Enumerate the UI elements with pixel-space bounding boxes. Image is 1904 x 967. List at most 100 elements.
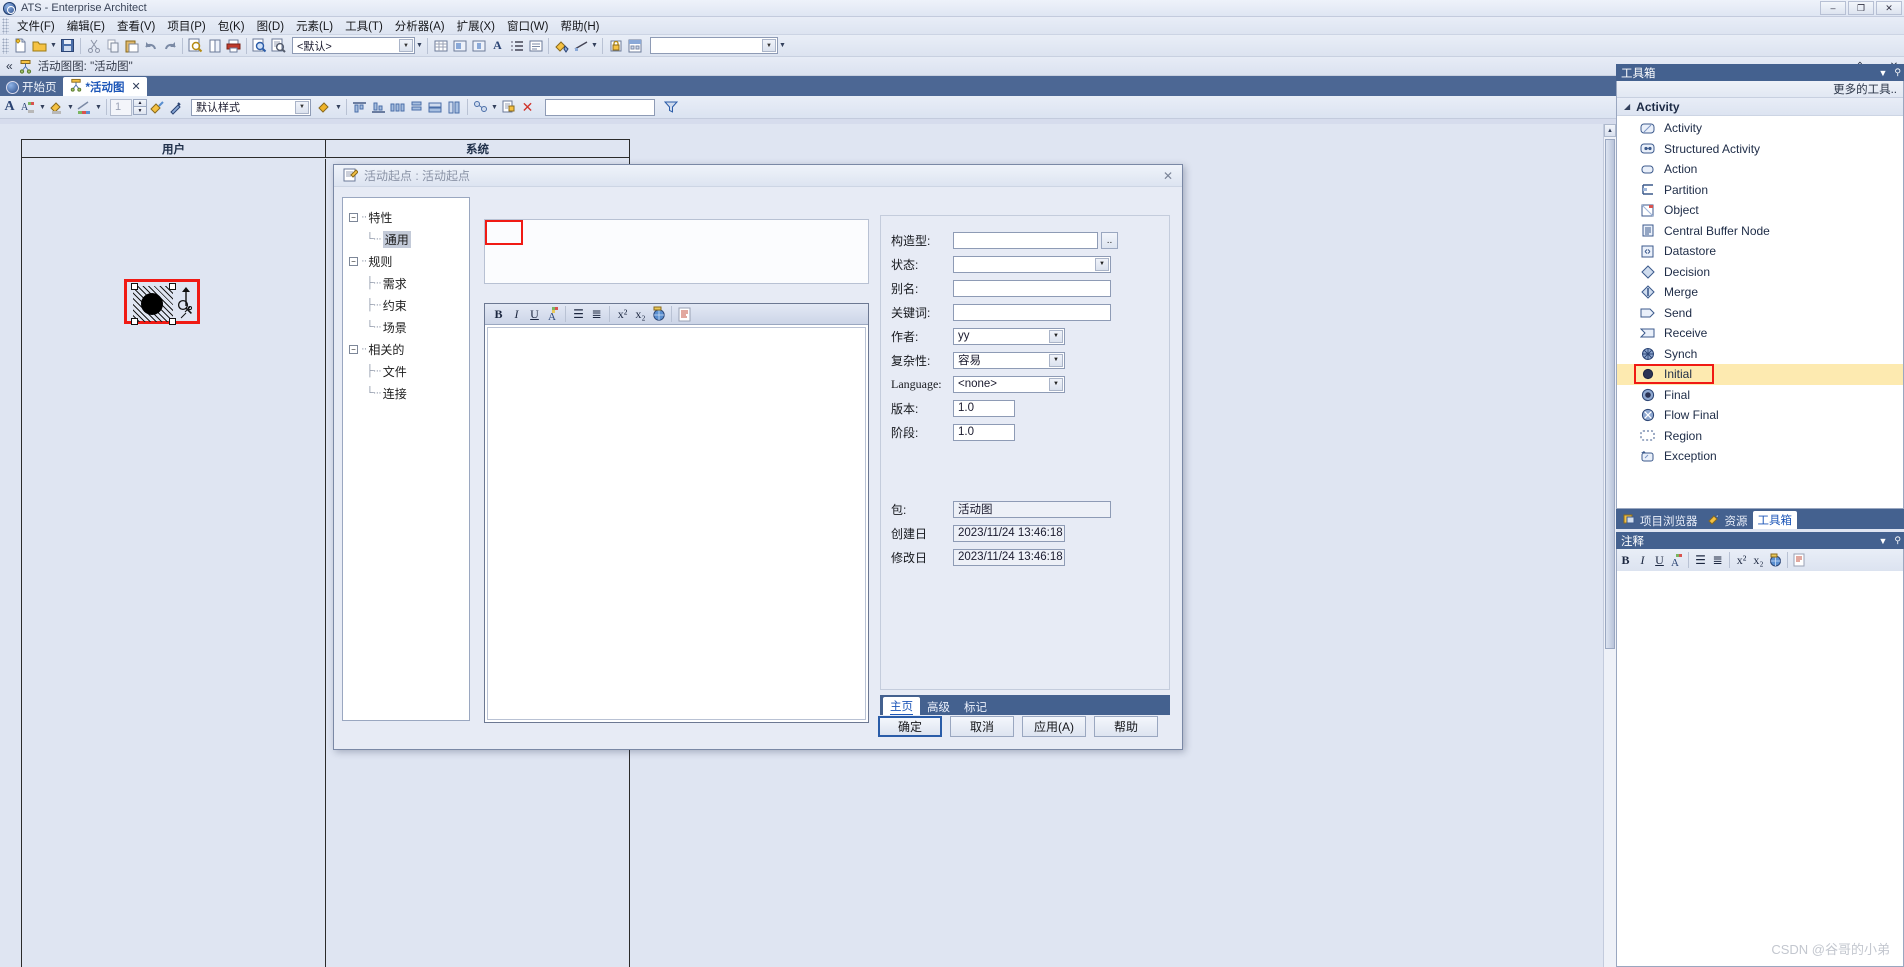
phase-input[interactable]: 1.0 [953,423,1015,441]
menu-file[interactable]: 文件(F) [11,17,61,35]
tab-start-page[interactable]: 开始页 [0,78,63,96]
same-height-icon[interactable] [445,98,464,117]
menu-project[interactable]: 项目(P) [161,17,211,35]
filter-input[interactable] [545,98,655,116]
line-style-icon[interactable] [571,36,590,55]
toolbox-item-synch[interactable]: Synch [1617,344,1903,365]
notes-menu-chevron-down-icon[interactable]: ▼ [1878,536,1887,546]
toolbox-item-exception[interactable]: Exception [1617,446,1903,467]
tree-expander-icon[interactable]: − [349,344,358,354]
align-bottom-icon[interactable] [369,98,388,117]
menu-analyzer[interactable]: 分析器(A) [389,17,451,35]
menu-tools[interactable]: 工具(T) [339,17,389,35]
tab-activity-diagram[interactable]: *活动图 ✕ [62,77,147,96]
toolbox-item-action[interactable]: Action [1617,159,1903,180]
toolbox-group-activity[interactable]: ◢ Activity [1617,98,1903,116]
dialog-tab-tags[interactable]: 标记 [957,698,994,715]
distribute-h-icon[interactable] [388,98,407,117]
find-icon[interactable] [269,36,288,55]
ok-button[interactable]: 确定 [878,716,942,737]
toolbar-search-input[interactable]: ▼ [650,37,778,54]
swimlane-header-system[interactable]: 系统 [325,140,629,157]
magnifier-icon[interactable] [177,299,193,318]
lock-icon[interactable] [606,36,625,55]
toolbox-item-central-buffer-node[interactable]: Central Buffer Node [1617,221,1903,242]
toolbox-item-activity[interactable]: Activity [1617,118,1903,139]
superscript-icon[interactable]: x² [614,306,631,323]
toolbox-item-structured-activity[interactable]: Structured Activity [1617,139,1903,160]
align-top-icon[interactable] [350,98,369,117]
paste-icon[interactable] [122,36,141,55]
tree-node-properties[interactable]: − ·· 特性 [349,206,469,228]
zoom-level-input[interactable]: 1 [110,98,132,116]
subscript-icon[interactable]: x₂ [1750,552,1767,569]
italic-icon[interactable]: I [1634,552,1651,569]
minimize-button[interactable]: – [1820,1,1846,15]
chevron-down-icon[interactable]: ▼ [399,39,413,52]
complexity-combo[interactable]: 容易 ▼ [953,351,1065,369]
toolbox-item-merge[interactable]: Merge [1617,282,1903,303]
double-chevron-left-icon[interactable]: « [6,59,13,73]
tree-node-general[interactable]: └··· 通用 [349,228,469,250]
menu-element[interactable]: 元素(L) [290,17,339,35]
filter-icon[interactable] [661,98,680,117]
bullet-list-icon[interactable]: ☰ [1692,552,1709,569]
text-icon[interactable]: A [488,36,507,55]
cancel-button[interactable]: 取消 [950,716,1014,737]
resize-handle-bl[interactable] [131,318,138,325]
apply-button[interactable]: 应用(A) [1022,716,1086,737]
undo-icon[interactable] [141,36,160,55]
status-combo[interactable]: ▼ [953,255,1111,273]
auto-layout-icon[interactable] [471,98,490,117]
toolbox-item-decision[interactable]: Decision [1617,262,1903,283]
underline-icon[interactable]: U [526,306,543,323]
tree-expander-icon[interactable]: − [349,212,358,222]
layout-icon[interactable] [625,36,644,55]
delete-icon[interactable]: ✕ [518,98,537,117]
line-color-caret-icon[interactable]: ▼ [94,104,103,111]
search-chevron-down-icon[interactable]: ▼ [762,39,776,52]
hyperlink-icon[interactable] [1767,552,1784,569]
chevron-down-icon[interactable]: ▼ [1095,257,1109,271]
hyperlink-icon[interactable] [650,306,667,323]
tab-resources[interactable]: 资源 [1703,512,1753,529]
notes-content-area[interactable] [1616,571,1904,967]
chevron-down-icon[interactable]: ▼ [1049,329,1063,343]
page-setup-icon[interactable] [205,36,224,55]
toolbox-item-initial[interactable]: Initial [1617,364,1903,385]
default-perspective-combo[interactable]: <默认> ▼ [292,37,415,54]
author-combo[interactable]: yy ▼ [953,327,1065,345]
dialog-nav-tree[interactable]: − ·· 特性 └··· 通用 − ·· 规则 ├··· 需求 ├··· 约束 [342,197,470,721]
tree-node-related[interactable]: − ·· 相关的 [349,338,469,360]
dialog-notes-editor[interactable]: B I U A ☰ ≣ x² x₂ [484,303,869,723]
bold-icon[interactable]: B [490,306,507,323]
resize-handle-br[interactable] [169,318,176,325]
open-folder-icon[interactable] [30,36,49,55]
font-color-icon[interactable]: A [544,306,561,323]
chevron-down-icon[interactable]: ▼ [1049,377,1063,391]
toolbar-grip-icon[interactable] [2,37,9,54]
italic-icon[interactable]: I [508,306,525,323]
keywords-input[interactable] [953,303,1111,321]
help-button[interactable]: 帮助 [1094,716,1158,737]
open-dropdown-caret-icon[interactable]: ▼ [49,42,58,49]
dialog-notes-text[interactable] [487,327,866,720]
menu-package[interactable]: 包(K) [212,17,251,35]
toolbox-item-final[interactable]: Final [1617,385,1903,406]
font-style-caret-icon[interactable]: ▼ [38,104,47,111]
menu-help[interactable]: 帮助(H) [554,17,605,35]
toolbox-item-object[interactable]: Object [1617,200,1903,221]
menu-view[interactable]: 查看(V) [111,17,161,35]
tree-expander-icon[interactable]: − [349,256,358,266]
print-icon[interactable] [224,36,243,55]
resize-handle-tr[interactable] [169,283,176,290]
resize-handle-tl[interactable] [131,283,138,290]
menu-grip-icon[interactable] [2,17,9,34]
bold-icon[interactable]: B [1617,552,1634,569]
align-center-icon[interactable] [469,36,488,55]
dialog-tab-main[interactable]: 主页 [883,697,920,715]
bullet-list-icon[interactable]: ☰ [570,306,587,323]
superscript-icon[interactable]: x² [1733,552,1750,569]
tab-project-browser[interactable]: 项目浏览器 [1618,512,1703,529]
copy-icon[interactable] [103,36,122,55]
